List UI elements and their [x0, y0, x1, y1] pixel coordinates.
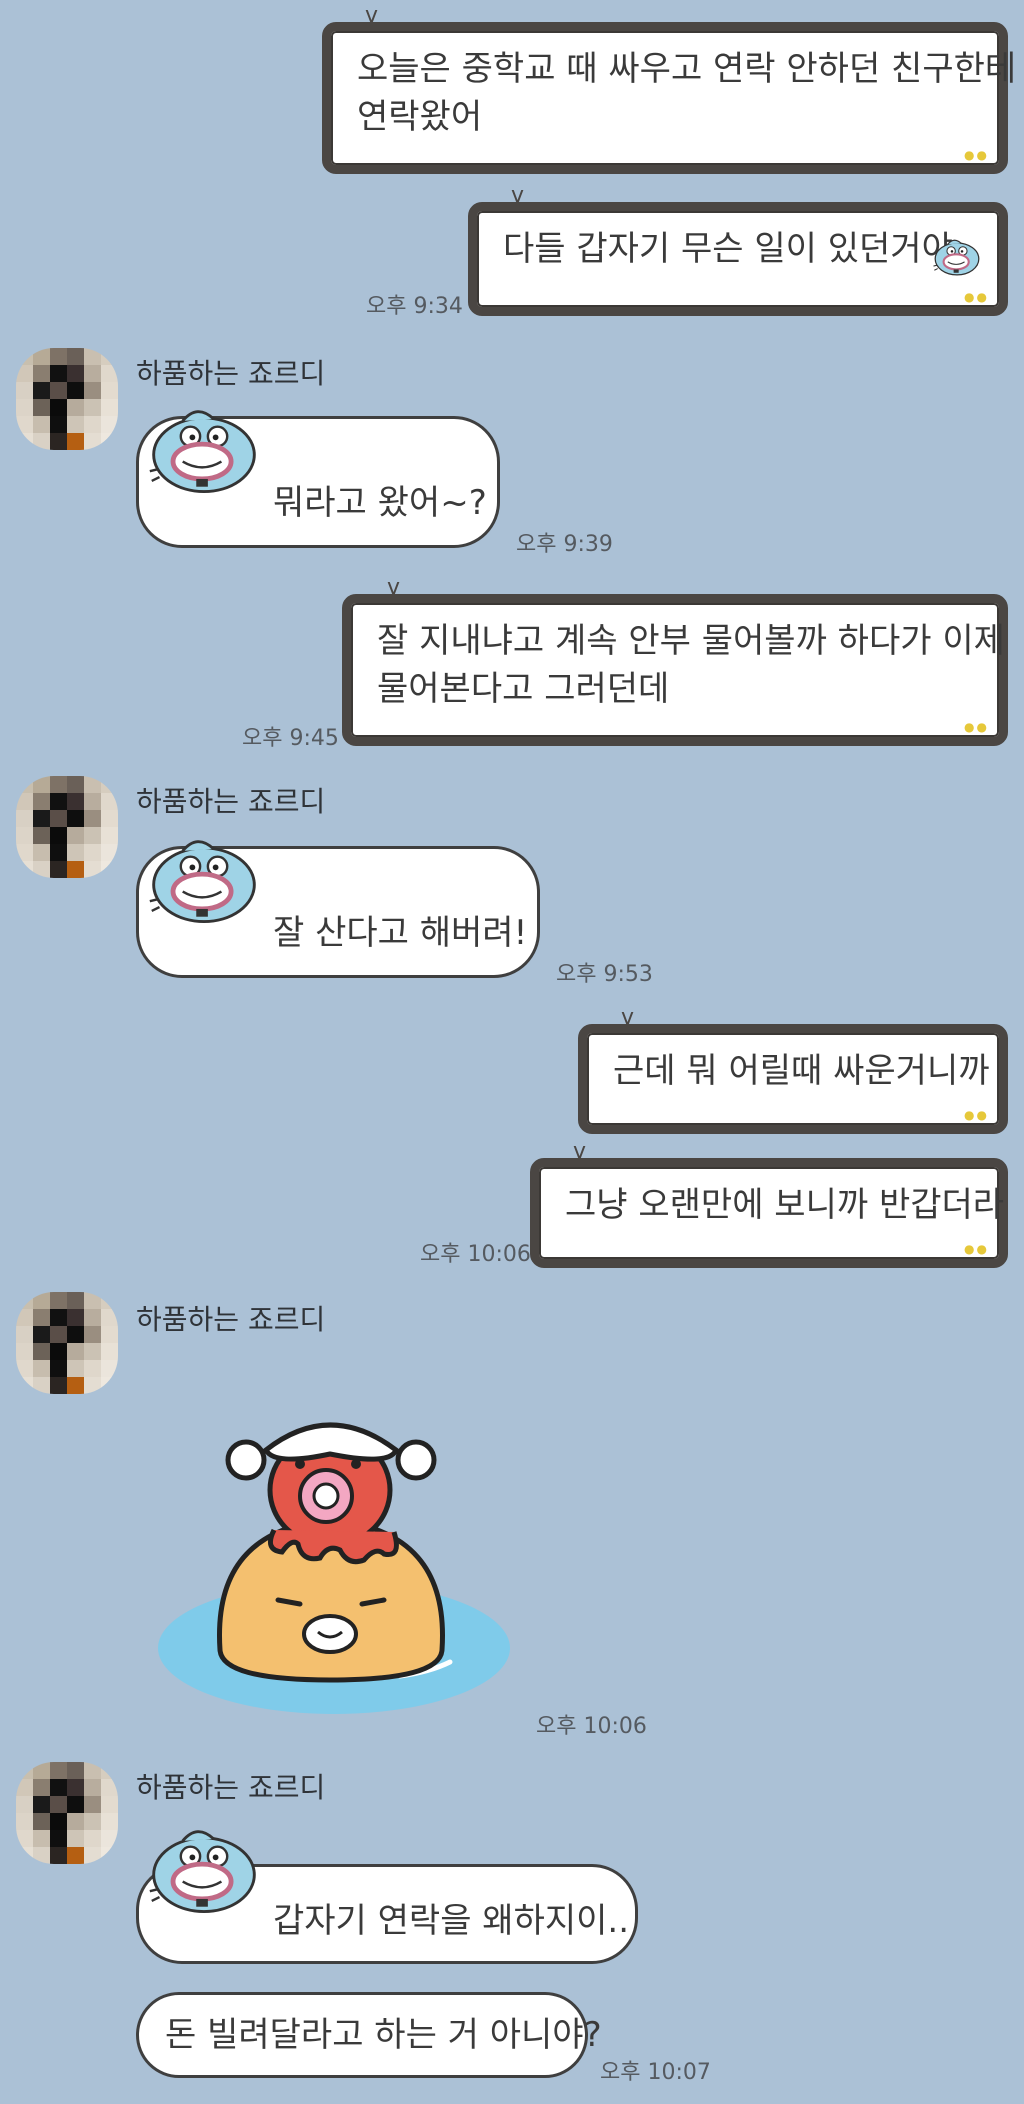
received-message-bubble[interactable]: 돈 빌려달라고 하는 거 아니야? — [136, 1992, 602, 2078]
message-time: 오후 10:06 — [420, 1242, 531, 1267]
message-text: 돈 빌려달라고 하는 거 아니야? — [165, 2015, 602, 2055]
message-text: 갑자기 연락을 왜하지이.. — [273, 1901, 630, 1941]
message-text: 근데 뭐 어릴때 싸운거니까 — [613, 1051, 990, 1091]
bubble-tail-icon: v — [511, 183, 525, 208]
message-text: 뭐라고 왔어~? — [273, 483, 487, 523]
message-text-line: 오늘은 중학교 때 싸우고 연락 안하던 친구한테 — [357, 49, 1017, 89]
sent-message-bubble[interactable]: v 그냥 오랜만에 보니까 반갑더라 ●● — [530, 1141, 1008, 1268]
sent-message-bubble[interactable]: v 잘 지내냐고 계속 안부 물어볼까 하다가 이제 물어본다고 그러던데 ●● — [342, 577, 1008, 746]
contact-name: 하품하는 죠르디 — [136, 1771, 326, 1804]
message-text-line: 연락왔어 — [357, 97, 483, 137]
message-time: 오후 9:34 — [366, 294, 463, 319]
bubble-tail-icon: v — [621, 1005, 635, 1030]
bubble-tail-icon: v — [573, 1139, 587, 1164]
message-time: 오후 9:39 — [516, 532, 613, 557]
message-time: 오후 9:45 — [242, 726, 339, 751]
message-time: 오후 10:07 — [600, 2060, 711, 2085]
contact-name: 하품하는 죠르디 — [136, 357, 326, 390]
contact-avatar[interactable] — [16, 348, 118, 450]
frame-dots-icon: ●● — [964, 1108, 989, 1122]
message-time: 오후 9:53 — [556, 962, 653, 987]
contact-name: 하품하는 죠르디 — [136, 1303, 326, 1336]
contact-name: 하품하는 죠르디 — [136, 785, 326, 818]
fish-mascot-icon — [144, 828, 264, 928]
frame-dots-icon: ●● — [964, 720, 989, 734]
fish-emoji-icon — [932, 239, 980, 276]
message-text: 다들 갑자기 무슨 일이 있던거야 — [503, 229, 953, 269]
frame-dots-icon: ●● — [964, 148, 989, 162]
fish-mascot-icon — [144, 1818, 264, 1918]
contact-avatar[interactable] — [16, 1762, 118, 1864]
octopus-on-jordy-sticker[interactable] — [150, 1380, 510, 1720]
sent-message-bubble[interactable]: v 다들 갑자기 무슨 일이 있던거야 ●● — [468, 185, 1008, 316]
contact-avatar[interactable] — [16, 776, 118, 878]
message-text: 잘 산다고 해버려! — [273, 913, 528, 953]
frame-dots-icon: ●● — [964, 1242, 989, 1256]
bubble-tail-icon: v — [365, 3, 379, 28]
message-text: 그냥 오랜만에 보니까 반갑더라 — [565, 1185, 1005, 1225]
frame-dots-icon: ●● — [964, 290, 989, 304]
message-text-line: 물어본다고 그러던데 — [377, 669, 670, 709]
message-text-line: 잘 지내냐고 계속 안부 물어볼까 하다가 이제 — [377, 621, 1005, 661]
fish-mascot-icon — [144, 398, 264, 498]
message-time: 오후 10:06 — [536, 1714, 647, 1739]
bubble-tail-icon: v — [387, 575, 401, 600]
sent-message-bubble[interactable]: v 근데 뭐 어릴때 싸운거니까 ●● — [578, 1007, 1008, 1134]
sent-message-bubble[interactable]: v 오늘은 중학교 때 싸우고 연락 안하던 친구한테 연락왔어 ●● — [322, 5, 1017, 174]
contact-avatar[interactable] — [16, 1292, 118, 1394]
